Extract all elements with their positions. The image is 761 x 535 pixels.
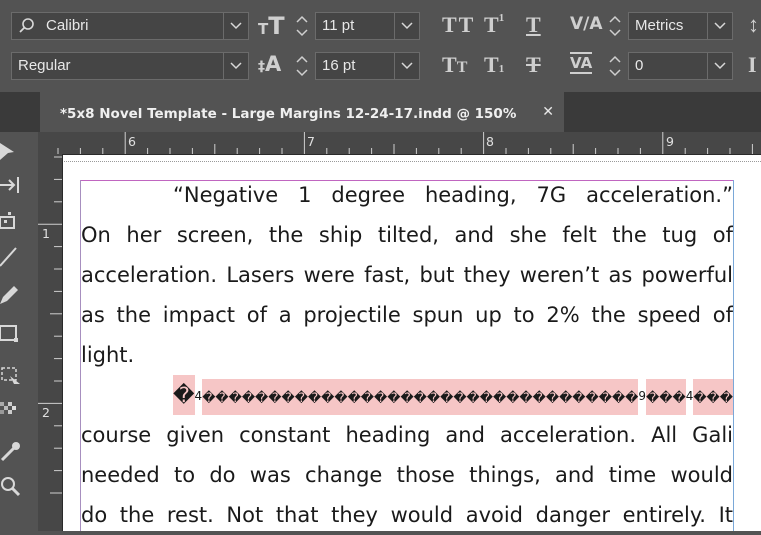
leading-field[interactable]: 16 pt — [315, 52, 420, 80]
font-family-field[interactable]: Calibri — [11, 12, 249, 40]
font-size-icon: TT — [258, 12, 285, 40]
font-style-value: Regular — [18, 57, 71, 74]
text-line: “Negative 1 degree heading, 7G accelerat… — [173, 183, 733, 207]
tracking-value: 0 — [635, 57, 644, 74]
kerning-icon: V/A — [570, 14, 603, 34]
text-line: course given constant heading and accele… — [81, 423, 733, 447]
direct-selection-icon[interactable] — [0, 140, 22, 162]
document-tab-title: *5x8 Novel Template - Large Margins 12-2… — [60, 106, 517, 122]
ruler-label-7: 7 — [307, 134, 315, 149]
font-family-value: Calibri — [46, 17, 89, 34]
missing-glyph-highlight: ��� — [646, 379, 686, 415]
ruler-label-6: 6 — [128, 134, 136, 149]
font-style-field[interactable]: Regular — [11, 52, 249, 80]
tracking-stepper[interactable] — [607, 52, 623, 80]
text-line: as the impact of a projectile spun up to… — [81, 303, 733, 327]
chevron-down-icon[interactable] — [394, 13, 419, 39]
horizontal-ruler[interactable]: 6 7 8 9 — [38, 132, 761, 155]
close-icon[interactable]: ✕ — [542, 92, 554, 132]
ruler-label-9: 9 — [666, 134, 674, 149]
text-line: On her screen, the ship tilted, and she … — [81, 223, 733, 247]
subscript-icon[interactable]: T1 — [484, 52, 504, 78]
missing-glyph-highlight: ���� — [693, 379, 733, 415]
gradient-icon[interactable] — [0, 400, 22, 422]
font-size-stepper[interactable] — [294, 12, 310, 40]
tools-panel — [0, 132, 30, 531]
tracking-field[interactable]: 0 — [628, 52, 733, 80]
vertical-scale-icon: ↕ — [748, 12, 759, 37]
font-size-field[interactable]: 11 pt — [315, 12, 420, 40]
hand-zoom-icon[interactable] — [0, 476, 22, 498]
tracking-icon: VA — [570, 52, 593, 74]
content-collector-icon[interactable] — [0, 208, 22, 230]
character-control-panel: Calibri TT 11 pt TT T1 T V/A Metrics ↕ R… — [0, 0, 761, 92]
rectangle-frame-icon[interactable] — [0, 322, 22, 344]
document-tab-bar: *5x8 Novel Template - Large Margins 12-2… — [0, 92, 761, 132]
text-frame[interactable]: “Negative 1 degree heading, 7G accelerat… — [81, 175, 733, 535]
chevron-down-icon[interactable] — [223, 53, 248, 79]
ruler-label-2: 2 — [42, 405, 50, 420]
line-tool-icon[interactable] — [0, 246, 22, 268]
font-size-value: 11 pt — [322, 17, 355, 34]
leading-icon: ‡A — [258, 52, 282, 76]
kerning-value: Metrics — [635, 17, 684, 34]
strikethrough-icon[interactable]: T — [526, 52, 541, 78]
pencil-icon[interactable] — [0, 284, 22, 306]
gap-tool-icon[interactable] — [0, 174, 22, 196]
text-line-missing-glyphs: � 4 ��������������������������������� 9 … — [81, 375, 733, 415]
all-caps-icon[interactable]: TT — [442, 12, 475, 38]
ruler-label-1: 1 — [42, 226, 50, 241]
text-line: light. — [81, 343, 135, 367]
ruler-ticks — [38, 156, 62, 494]
search-icon — [19, 18, 34, 33]
missing-glyph-highlight: ��������������������������������� — [202, 379, 639, 415]
vertical-ruler[interactable]: 1 2 — [38, 154, 63, 531]
superscript-icon[interactable]: T1 — [484, 12, 504, 38]
document-tab[interactable]: *5x8 Novel Template - Large Margins 12-2… — [40, 92, 564, 132]
bleed-guide — [64, 161, 761, 162]
horizontal-scale-icon: I — [748, 52, 757, 77]
leading-value: 16 pt — [322, 57, 356, 74]
superscript-digit: 4 — [685, 389, 694, 403]
superscript-digit: 4 — [194, 389, 203, 403]
text-line: do the rest. Not that they would avoid d… — [81, 503, 733, 527]
chevron-down-icon[interactable] — [707, 13, 732, 39]
ruler-label-8: 8 — [486, 134, 494, 149]
chevron-down-icon[interactable] — [707, 53, 732, 79]
chevron-down-icon[interactable] — [223, 13, 248, 39]
underline-icon[interactable]: T — [526, 12, 541, 38]
leading-stepper[interactable] — [294, 52, 310, 80]
missing-glyph-highlight: � — [173, 375, 195, 415]
column-guide-right — [733, 180, 734, 531]
free-transform-icon[interactable] — [0, 364, 22, 386]
eyedropper-icon[interactable] — [0, 440, 22, 462]
text-line: needed to do was change those things, an… — [81, 463, 733, 487]
chevron-down-icon[interactable] — [394, 53, 419, 79]
kerning-field[interactable]: Metrics — [628, 12, 733, 40]
ruler-ticks — [57, 132, 753, 154]
kerning-stepper[interactable] — [607, 12, 623, 40]
small-caps-icon[interactable]: TT — [442, 52, 467, 78]
text-line: acceleration. Lasers were fast, but they… — [81, 263, 733, 287]
superscript-digit: 9 — [638, 389, 647, 403]
